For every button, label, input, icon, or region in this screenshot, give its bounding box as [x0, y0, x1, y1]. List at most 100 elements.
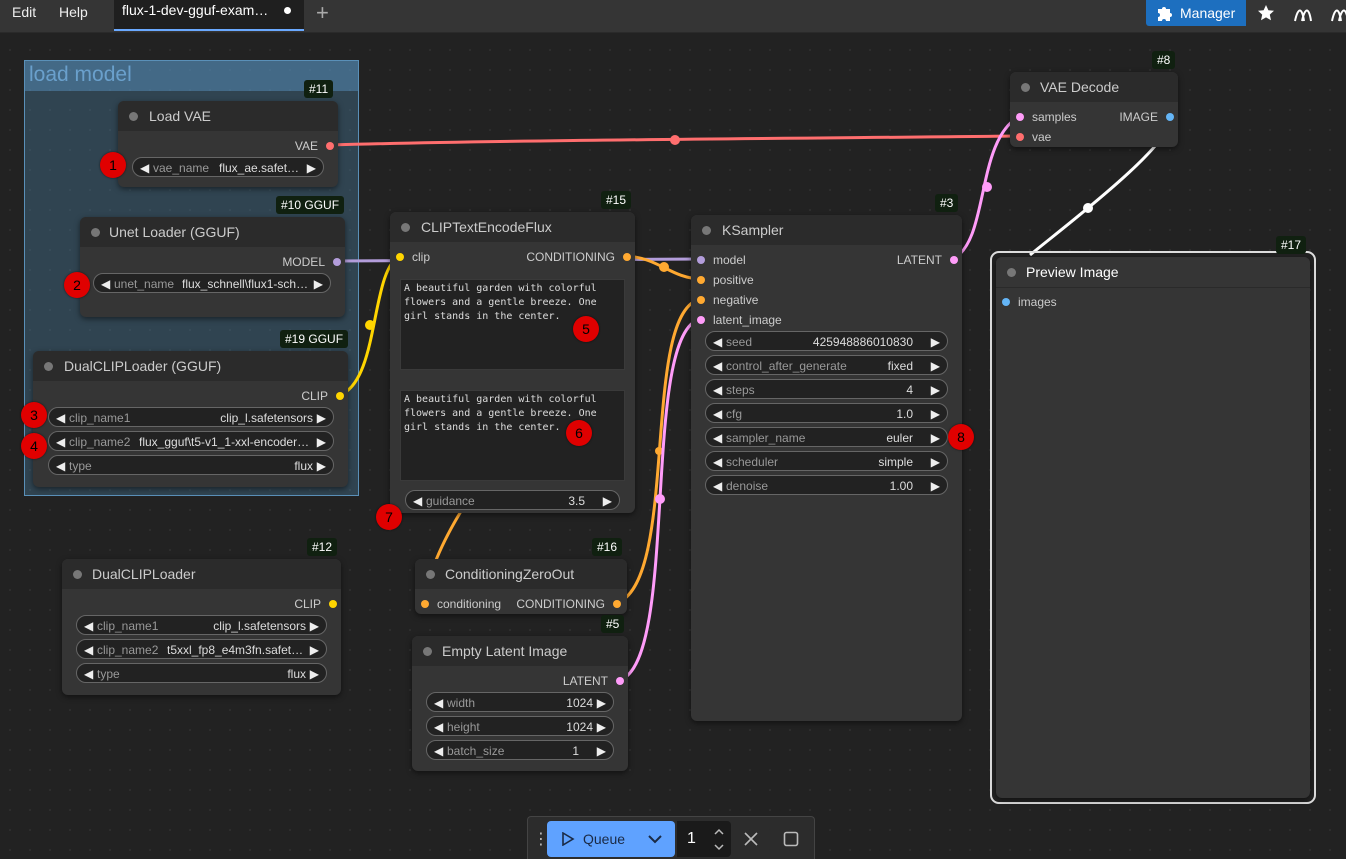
output-slot-clip[interactable]: CLIP	[301, 389, 344, 403]
widget-guidance[interactable]: ◀ guidance 3.5 ▶	[405, 490, 620, 510]
widget-cfg[interactable]: ◀ cfg 1.0 ▶	[705, 403, 948, 423]
arrow-left-icon[interactable]: ◀	[101, 277, 110, 291]
arrow-right-icon[interactable]: ▶	[931, 431, 940, 445]
output-slot-conditioning[interactable]: CONDITIONING	[516, 597, 621, 611]
widget-type[interactable]: ◀ type flux ▶	[76, 663, 327, 683]
slot-dot[interactable]	[396, 253, 404, 261]
slot-dot[interactable]	[697, 276, 705, 284]
slot-dot[interactable]	[950, 256, 958, 264]
widget-denoise[interactable]: ◀ denoise 1.00 ▶	[705, 475, 948, 495]
arrow-left-icon[interactable]: ◀	[713, 407, 722, 421]
arrow-left-icon[interactable]: ◀	[713, 431, 722, 445]
arrow-right-icon[interactable]: ▶	[931, 383, 940, 397]
input-slot-negative[interactable]: negative	[697, 293, 758, 307]
collapse-dot-icon[interactable]	[44, 362, 53, 371]
slot-dot[interactable]	[326, 142, 334, 150]
node-empty-latent-image[interactable]: Empty Latent Image LATENT ◀ width 1024 ▶…	[412, 636, 628, 771]
collapse-dot-icon[interactable]	[73, 570, 82, 579]
node-cliptextencodeflux[interactable]: CLIPTextEncodeFlux clip CONDITIONING A b…	[390, 212, 635, 513]
output-slot-clip[interactable]: CLIP	[294, 597, 337, 611]
collapse-dot-icon[interactable]	[401, 223, 410, 232]
arrow-right-icon[interactable]: ▶	[307, 161, 316, 175]
workflow-tab[interactable]: flux-1-dev-gguf-example	[114, 0, 304, 31]
slot-dot[interactable]	[1166, 113, 1174, 121]
slot-dot[interactable]	[697, 316, 705, 324]
graph-alt-icon[interactable]	[1330, 3, 1346, 23]
node-load-vae[interactable]: Load VAE VAE ◀ vae_name flux_ae.safetens…	[118, 101, 338, 187]
widget-sampler-name[interactable]: ◀ sampler_name euler ▶	[705, 427, 948, 447]
widget-batch-size[interactable]: ◀ batch_size 1 ▶	[426, 740, 614, 760]
output-slot-vae[interactable]: VAE	[295, 139, 334, 153]
arrow-left-icon[interactable]: ◀	[140, 161, 149, 175]
widget-height[interactable]: ◀ height 1024 ▶	[426, 716, 614, 736]
node-vae-decode[interactable]: VAE Decode samples vae IMAGE	[1010, 72, 1178, 147]
node-unet-loader[interactable]: Unet Loader (GGUF) MODEL ◀ unet_name flu…	[80, 217, 345, 317]
arrow-left-icon[interactable]: ◀	[713, 383, 722, 397]
output-slot-conditioning[interactable]: CONDITIONING	[526, 250, 631, 264]
node-conditioningzeroout[interactable]: ConditioningZeroOut conditioning CONDITI…	[415, 559, 627, 614]
arrow-left-icon[interactable]: ◀	[713, 479, 722, 493]
arrow-right-icon[interactable]: ▶	[317, 435, 326, 449]
arrow-right-icon[interactable]: ▶	[597, 696, 606, 710]
output-slot-latent[interactable]: LATENT	[563, 674, 624, 688]
slot-dot[interactable]	[616, 677, 624, 685]
node-header[interactable]: Unet Loader (GGUF)	[80, 217, 345, 247]
decrement-icon[interactable]	[713, 842, 725, 852]
arrow-left-icon[interactable]: ◀	[56, 459, 65, 473]
output-slot-latent[interactable]: LATENT	[897, 253, 958, 267]
arrow-left-icon[interactable]: ◀	[413, 494, 422, 508]
collapse-dot-icon[interactable]	[1007, 268, 1016, 277]
node-header[interactable]: DualCLIPLoader (GGUF)	[33, 351, 348, 381]
input-slot-model[interactable]: model	[697, 253, 746, 267]
queue-button[interactable]: Queue	[547, 821, 675, 857]
input-slot-clip[interactable]: clip	[396, 250, 430, 264]
stop-square-icon[interactable]	[783, 831, 799, 847]
widget-type[interactable]: ◀ type flux ▶	[48, 455, 334, 475]
arrow-right-icon[interactable]: ▶	[310, 619, 319, 633]
input-slot-images[interactable]: images	[1002, 295, 1057, 309]
collapse-dot-icon[interactable]	[91, 228, 100, 237]
slot-dot[interactable]	[421, 600, 429, 608]
node-preview-image[interactable]: Preview Image images	[996, 257, 1310, 798]
chevron-down-icon[interactable]	[647, 833, 663, 845]
node-header[interactable]: DualCLIPLoader	[62, 559, 341, 589]
node-ksampler[interactable]: KSampler model positive negative latent_…	[691, 215, 962, 721]
node-dualcliploader-gguf[interactable]: DualCLIPLoader (GGUF) CLIP ◀ clip_name1 …	[33, 351, 348, 487]
input-slot-vae[interactable]: vae	[1016, 130, 1051, 144]
arrow-left-icon[interactable]: ◀	[713, 359, 722, 373]
menu-help[interactable]: Help	[59, 0, 88, 25]
widget-unet-name[interactable]: ◀ unet_name flux_schnell\flux1-schnell-Q…	[93, 273, 331, 293]
widget-width[interactable]: ◀ width 1024 ▶	[426, 692, 614, 712]
close-icon[interactable]	[744, 832, 758, 846]
collapse-dot-icon[interactable]	[423, 647, 432, 656]
unsaved-dot-icon[interactable]	[284, 7, 291, 14]
node-header[interactable]: CLIPTextEncodeFlux	[390, 212, 635, 242]
widget-clip-name2[interactable]: ◀ clip_name2 t5xxl_fp8_e4m3fn.safetensor…	[76, 639, 327, 659]
arrow-right-icon[interactable]: ▶	[931, 455, 940, 469]
node-dualcliploader[interactable]: DualCLIPLoader CLIP ◀ clip_name1 clip_l.…	[62, 559, 341, 695]
slot-dot[interactable]	[697, 296, 705, 304]
slot-dot[interactable]	[623, 253, 631, 261]
collapse-dot-icon[interactable]	[129, 112, 138, 121]
widget-control-after-generate[interactable]: ◀ control_after_generate fixed ▶	[705, 355, 948, 375]
add-tab-plus-icon[interactable]: +	[316, 2, 329, 24]
widget-seed[interactable]: ◀ seed 425948886010830 ▶	[705, 331, 948, 351]
arrow-right-icon[interactable]: ▶	[603, 494, 612, 508]
increment-icon[interactable]	[713, 827, 725, 837]
collapse-dot-icon[interactable]	[426, 570, 435, 579]
input-slot-samples[interactable]: samples	[1016, 110, 1077, 124]
widget-clip-name2[interactable]: ◀ clip_name2 flux_gguf\t5-v1_1-xxl-encod…	[48, 431, 334, 451]
node-header[interactable]: Empty Latent Image	[412, 636, 628, 666]
arrow-right-icon[interactable]: ▶	[314, 277, 323, 291]
widget-steps[interactable]: ◀ steps 4 ▶	[705, 379, 948, 399]
arrow-left-icon[interactable]: ◀	[434, 696, 443, 710]
arrow-left-icon[interactable]: ◀	[434, 720, 443, 734]
collapse-dot-icon[interactable]	[1021, 83, 1030, 92]
slot-dot[interactable]	[697, 256, 705, 264]
slot-dot[interactable]	[1002, 298, 1010, 306]
slot-dot[interactable]	[333, 258, 341, 266]
arrow-left-icon[interactable]: ◀	[434, 744, 443, 758]
slot-dot[interactable]	[1016, 113, 1024, 121]
node-header[interactable]: KSampler	[691, 215, 962, 245]
arrow-left-icon[interactable]: ◀	[713, 335, 722, 349]
